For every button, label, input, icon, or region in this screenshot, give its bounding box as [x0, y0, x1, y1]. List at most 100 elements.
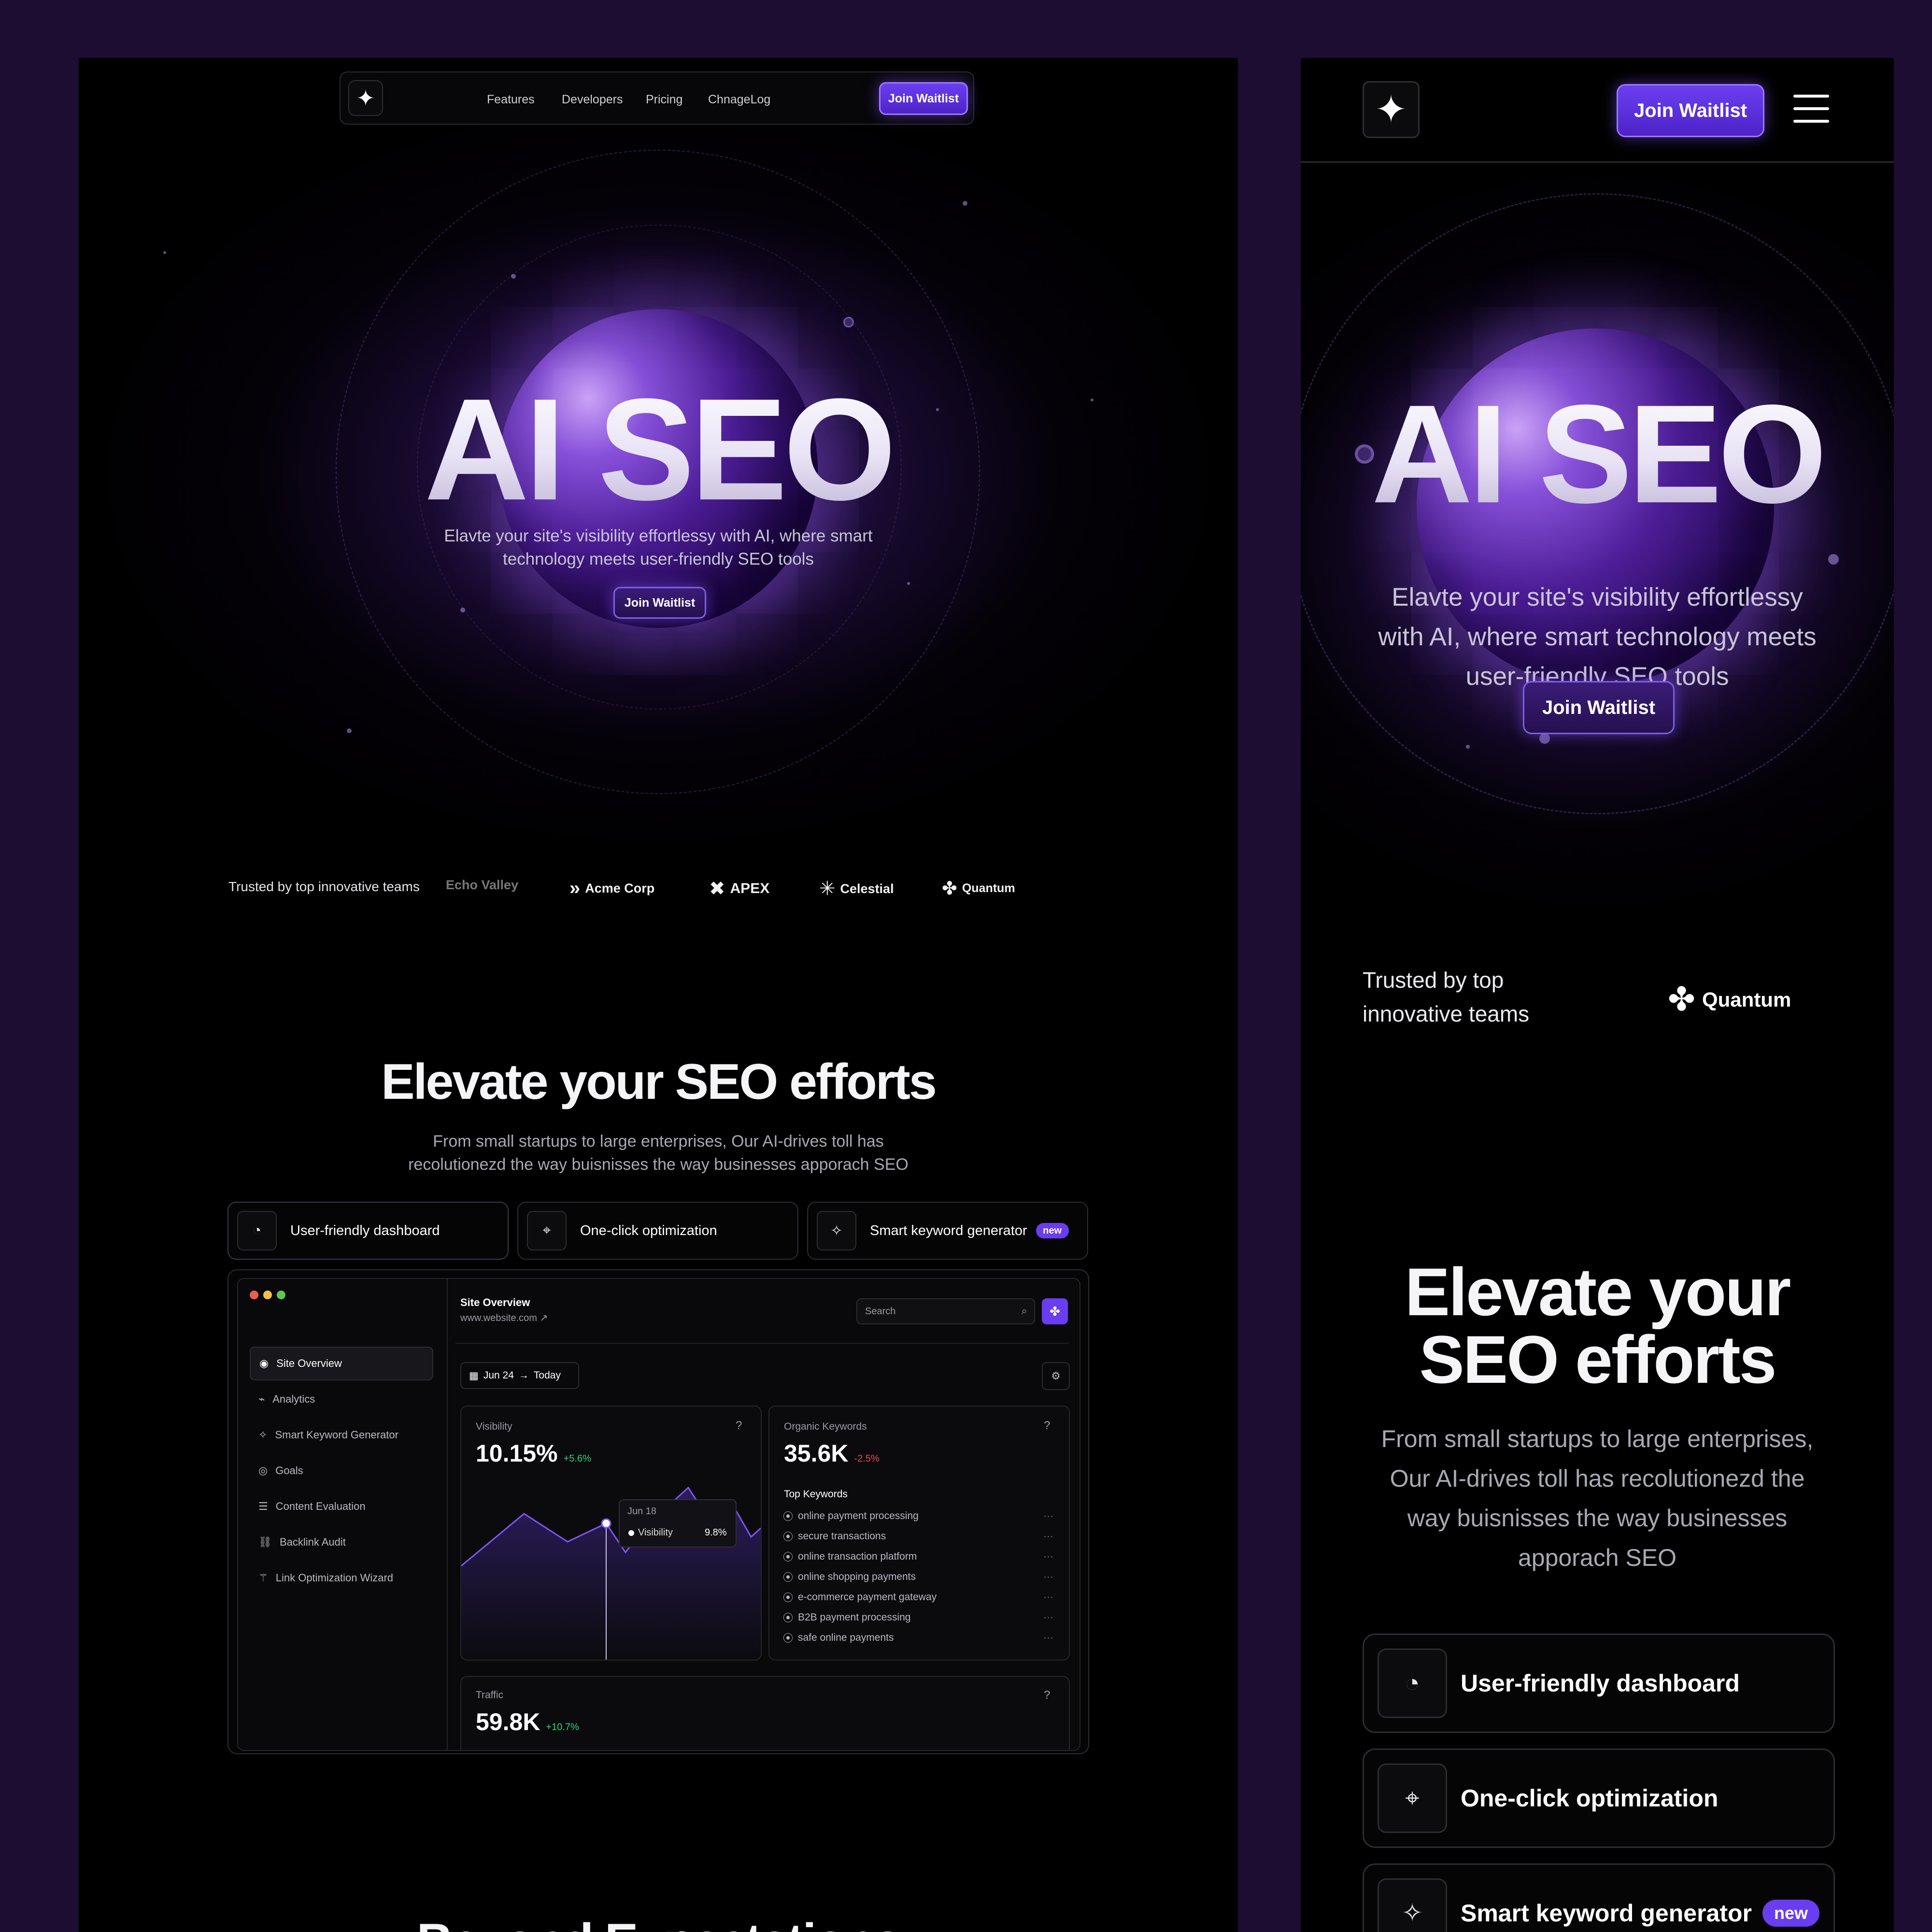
- brand-acme-name: Acme Corp: [585, 881, 655, 895]
- arrow-right-icon: →: [518, 1370, 529, 1381]
- sidebar-item-smart-keyword[interactable]: ✧ Smart Keyword Generator: [250, 1418, 433, 1452]
- feature-tab-dashboard[interactable]: ◔ User-friendly dashboard: [227, 1202, 509, 1260]
- mobile-feature-tab-keyword[interactable]: ✧ Smart keyword generator new: [1363, 1863, 1835, 1932]
- more-icon[interactable]: ···: [1043, 1510, 1053, 1522]
- tooltip-date: Jun 18: [627, 1506, 657, 1517]
- join-waitlist-hero-button[interactable]: Join Waitlist: [613, 587, 706, 619]
- date-range-picker[interactable]: ▦ Jun 24 → Today: [460, 1362, 579, 1389]
- more-icon[interactable]: ···: [1043, 1632, 1053, 1644]
- more-icon[interactable]: ···: [1043, 1571, 1053, 1583]
- keyword-row[interactable]: ⦿ online shopping payments ···: [783, 1570, 1053, 1584]
- trusted-label: Trusted by top innovative teams: [228, 879, 420, 894]
- brand-apex: ✖ APEX: [709, 878, 769, 900]
- traffic-value: 59.8K +10.7%: [476, 1708, 579, 1736]
- logo[interactable]: ✦: [348, 80, 383, 116]
- target-icon: ⦿: [783, 1613, 793, 1624]
- mobile-hero-title: AI SEO: [1301, 377, 1894, 531]
- hamburger-menu-icon[interactable]: [1793, 95, 1829, 124]
- keyword-text: B2B payment processing: [798, 1612, 911, 1623]
- window-close-dot[interactable]: [250, 1291, 258, 1299]
- window-maximize-dot[interactable]: [277, 1291, 285, 1299]
- brand-celestial-name: Celestial: [840, 881, 894, 896]
- sparkle-logo-icon: ✦: [1375, 88, 1407, 131]
- mobile-brand-quantum: ✤ Quantum: [1668, 980, 1791, 1019]
- star-dot: [347, 728, 352, 733]
- keyword-text: secure transactions: [798, 1531, 886, 1542]
- traffic-label: Traffic: [476, 1690, 504, 1701]
- eye-icon: ◉: [259, 1357, 269, 1369]
- search-input[interactable]: Search ⌕: [856, 1298, 1035, 1324]
- keyword-row[interactable]: ⦿ online transaction platform ···: [783, 1549, 1053, 1564]
- top-nav: ✦ Features Developers Pricing ChnageLog …: [340, 71, 974, 125]
- star-dot: [511, 274, 516, 279]
- sidebar-item-label: Smart Keyword Generator: [275, 1429, 398, 1441]
- brand-quantum: ✤ Quantum: [942, 878, 1015, 899]
- nav-link-features[interactable]: Features: [487, 93, 535, 107]
- keyword-row[interactable]: ⦿ secure transactions ···: [783, 1529, 1053, 1544]
- hero-subtitle-line1: Elavte your site's visibility effortless…: [444, 526, 873, 545]
- cursor-click-icon: ⌖: [1378, 1763, 1447, 1833]
- window-minimize-dot[interactable]: [263, 1291, 272, 1299]
- sidebar-item-label: Site Overview: [276, 1357, 342, 1369]
- keyword-row[interactable]: ⦿ safe online payments ···: [783, 1631, 1053, 1645]
- mobile-logo[interactable]: ✦: [1363, 81, 1420, 138]
- sidebar-item-content-evaluation[interactable]: ☰ Content Evaluation: [250, 1490, 433, 1523]
- help-icon[interactable]: ?: [736, 1419, 742, 1433]
- top-keywords-label: Top Keywords: [784, 1489, 848, 1500]
- date-from: Jun 24: [483, 1370, 514, 1381]
- mobile-join-waitlist-nav-button[interactable]: Join Waitlist: [1617, 84, 1764, 137]
- more-icon[interactable]: ···: [1043, 1591, 1053, 1603]
- tooltip-value: 9.8%: [705, 1527, 727, 1538]
- traffic-delta: +10.7%: [546, 1722, 579, 1733]
- sidebar-item-label: Link Optimization Wizard: [275, 1572, 394, 1584]
- settings-button[interactable]: ⚙: [1042, 1362, 1070, 1390]
- more-icon[interactable]: ···: [1043, 1531, 1053, 1542]
- apps-button[interactable]: ✤: [1042, 1298, 1068, 1324]
- keyword-row[interactable]: ⦿ e-commerce payment gateway ···: [783, 1590, 1053, 1605]
- section-subtitle-line1: From small startups to large enterprises…: [433, 1132, 884, 1151]
- nav-link-developers[interactable]: Developers: [562, 93, 623, 107]
- more-icon[interactable]: ···: [1043, 1551, 1053, 1563]
- sparkle-icon: ✧: [258, 1429, 268, 1441]
- feature-tab-keyword[interactable]: ✧ Smart keyword generator new: [807, 1202, 1088, 1260]
- mobile-preview: ✦ Join Waitlist AI SEO Elavte your site'…: [1301, 58, 1894, 1932]
- dashboard-header-url[interactable]: www.website.com ↗: [460, 1312, 548, 1324]
- traffic-number: 59.8K: [476, 1708, 540, 1735]
- more-icon[interactable]: ···: [1043, 1612, 1053, 1623]
- date-to: Today: [533, 1370, 561, 1381]
- feature-tab-label: Smart keyword generator: [870, 1222, 1027, 1238]
- organic-keywords-card: Organic Keywords ? 35.6K -2.5% Top Keywo…: [768, 1406, 1070, 1661]
- link-icon: ⛓: [258, 1536, 272, 1548]
- mobile-feature-tab-optimization[interactable]: ⌖ One-click optimization: [1363, 1748, 1835, 1848]
- dashboard-window: ◉ Site Overview ⌁ Analytics ✧ Smart Keyw…: [237, 1278, 1080, 1751]
- mobile-join-waitlist-hero-button[interactable]: Join Waitlist: [1523, 681, 1675, 734]
- sidebar-item-backlink-audit[interactable]: ⛓ Backlink Audit: [250, 1525, 433, 1559]
- sidebar-item-site-overview[interactable]: ◉ Site Overview: [250, 1347, 433, 1380]
- mobile-feature-tab-dashboard[interactable]: ◔ User-friendly dashboard: [1363, 1634, 1835, 1733]
- tooltip-series: Visibility: [638, 1527, 673, 1538]
- sidebar-item-link-wizard[interactable]: ⚚ Link Optimization Wizard: [250, 1561, 433, 1595]
- sidebar-item-analytics[interactable]: ⌁ Analytics: [250, 1382, 433, 1416]
- gauge-icon: ◔: [237, 1211, 277, 1250]
- chart-icon: ⌁: [258, 1393, 265, 1405]
- wand-icon: ⚚: [258, 1572, 268, 1584]
- feature-tab-optimization[interactable]: ⌖ One-click optimization: [517, 1202, 798, 1260]
- visibility-value: 10.15% +5.6%: [476, 1439, 591, 1467]
- help-icon[interactable]: ?: [1044, 1689, 1050, 1702]
- keyword-text: online shopping payments: [798, 1571, 916, 1582]
- join-waitlist-nav-button[interactable]: Join Waitlist: [879, 82, 968, 115]
- sparkle-icon: ✧: [817, 1211, 856, 1250]
- mobile-feature-tab-label: User-friendly dashboard: [1461, 1670, 1740, 1697]
- search-placeholder: Search: [865, 1306, 896, 1317]
- nav-link-changelog[interactable]: ChnageLog: [708, 93, 770, 107]
- keyword-row[interactable]: ⦿ online payment processing ···: [783, 1509, 1053, 1523]
- feature-tab-label: One-click optimization: [580, 1222, 717, 1238]
- nav-link-pricing[interactable]: Pricing: [646, 93, 682, 107]
- calendar-icon: ▦: [469, 1370, 479, 1381]
- brand-celestial: ✳ Celestial: [819, 878, 894, 900]
- keyword-row[interactable]: ⦿ B2B payment processing ···: [783, 1610, 1053, 1625]
- dashboard-header-title: Site Overview: [460, 1296, 530, 1308]
- mobile-nav-divider: [1301, 161, 1894, 163]
- help-icon[interactable]: ?: [1044, 1419, 1050, 1433]
- sidebar-item-goals[interactable]: ◎ Goals: [250, 1454, 433, 1488]
